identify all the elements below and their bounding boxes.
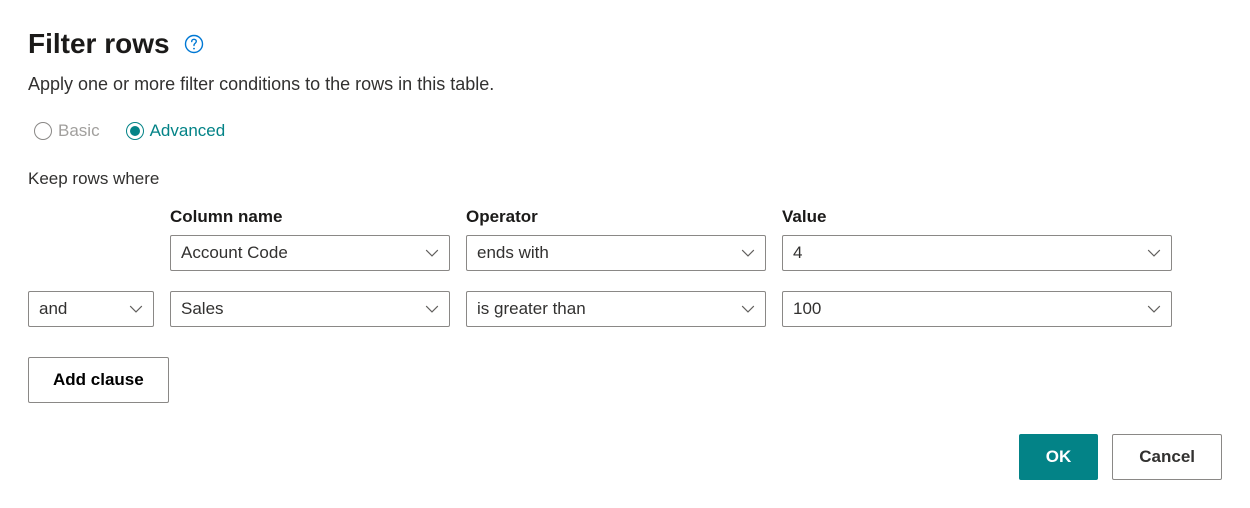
radio-basic-label: Basic <box>58 121 100 141</box>
chevron-down-icon <box>741 246 755 260</box>
filter-row: Column name Account Code Operator ends w… <box>28 207 1222 271</box>
add-clause-button[interactable]: Add clause <box>28 357 169 403</box>
value-select-value: 4 <box>793 243 802 263</box>
logic-select[interactable]: and <box>28 291 154 327</box>
chevron-down-icon <box>129 302 143 316</box>
column-select-value: Account Code <box>181 243 288 263</box>
chevron-down-icon <box>1147 302 1161 316</box>
filter-row: and Sales is greater than 100 <box>28 291 1222 327</box>
column-select-value: Sales <box>181 299 224 319</box>
value-select[interactable]: 100 <box>782 291 1172 327</box>
radio-basic[interactable]: Basic <box>34 121 100 141</box>
filter-grid: Column name Account Code Operator ends w… <box>28 207 1222 327</box>
logic-select-value: and <box>39 299 67 319</box>
value-select[interactable]: 4 <box>782 235 1172 271</box>
radio-circle-icon <box>34 122 52 140</box>
radio-advanced-label: Advanced <box>150 121 226 141</box>
radio-circle-icon <box>126 122 144 140</box>
value-select-value: 100 <box>793 299 821 319</box>
page-title: Filter rows <box>28 28 170 60</box>
column-header-value: Value <box>782 207 1172 229</box>
ok-button[interactable]: OK <box>1019 434 1099 480</box>
dialog-footer: OK Cancel <box>1019 434 1222 480</box>
chevron-down-icon <box>425 246 439 260</box>
chevron-down-icon <box>1147 246 1161 260</box>
operator-select[interactable]: is greater than <box>466 291 766 327</box>
chevron-down-icon <box>741 302 755 316</box>
operator-select[interactable]: ends with <box>466 235 766 271</box>
operator-select-value: ends with <box>477 243 549 263</box>
column-header-column: Column name <box>170 207 450 229</box>
chevron-down-icon <box>425 302 439 316</box>
mode-radio-group: Basic Advanced <box>28 121 1222 141</box>
operator-select-value: is greater than <box>477 299 586 319</box>
help-icon[interactable] <box>184 34 204 54</box>
radio-advanced[interactable]: Advanced <box>126 121 226 141</box>
keep-rows-label: Keep rows where <box>28 169 1222 189</box>
cancel-button[interactable]: Cancel <box>1112 434 1222 480</box>
column-select[interactable]: Account Code <box>170 235 450 271</box>
page-subtitle: Apply one or more filter conditions to t… <box>28 74 1222 95</box>
column-select[interactable]: Sales <box>170 291 450 327</box>
column-header-operator: Operator <box>466 207 766 229</box>
